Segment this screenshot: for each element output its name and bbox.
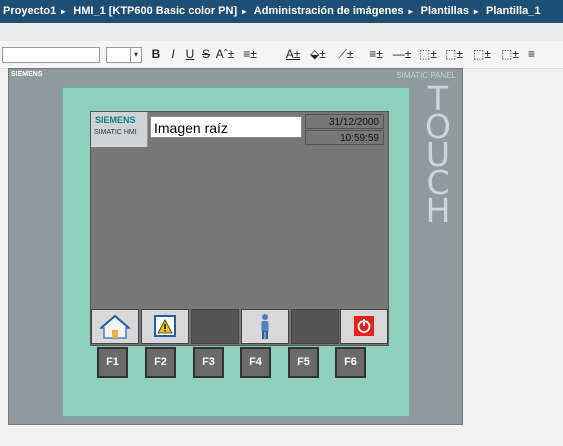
breadcrumb-separator: ▸ <box>473 7 478 16</box>
home-icon <box>98 314 132 339</box>
home-button[interactable] <box>91 309 139 344</box>
bold-button[interactable]: B <box>150 46 162 62</box>
underline-button[interactable]: U <box>184 46 196 62</box>
user-icon <box>261 314 269 339</box>
time-field[interactable]: 10:59:59 <box>305 130 384 145</box>
alarm-button[interactable] <box>141 309 189 344</box>
f3-key[interactable]: F3 <box>193 347 224 378</box>
panel-brand-label: SIEMENS <box>11 71 43 78</box>
align-objects-button[interactable]: ⬚± <box>498 46 522 62</box>
chevron-down-icon[interactable]: ▾ <box>130 48 141 62</box>
rotate-button[interactable]: ⬚± <box>442 46 466 62</box>
date-field[interactable]: 31/12/2000 <box>305 114 384 129</box>
editor-bottom-area <box>0 425 563 446</box>
breadcrumb-separator: ▸ <box>61 7 66 16</box>
breadcrumb-item[interactable]: Administración de imágenes <box>254 5 404 17</box>
f2-key[interactable]: F2 <box>145 347 176 378</box>
superscript-button[interactable]: Aˆ± <box>214 46 236 62</box>
breadcrumb-item[interactable]: Plantilla_1 <box>486 5 540 17</box>
screen-header: SIEMENS SIMATIC HMI Imagen raíz 31/12/20… <box>91 112 388 148</box>
f6-key[interactable]: F6 <box>335 347 366 378</box>
format-toolbar: ▾ B I U S Aˆ± ≡± A± ⬙± ⟋± ≡± —± ⬚± ⬚± ⬚±… <box>0 41 563 69</box>
screen-title-field[interactable]: Imagen raíz <box>150 116 302 138</box>
breadcrumb-item[interactable]: Proyecto1 <box>3 5 56 17</box>
screen-nav-bar <box>91 309 388 345</box>
blank-button[interactable] <box>291 309 339 344</box>
breadcrumb-item[interactable]: HMI_1 [KTP600 Basic color PN] <box>73 5 237 17</box>
fill-color-icon[interactable]: ⬙± <box>306 46 330 62</box>
user-button[interactable] <box>241 309 289 344</box>
editor-band <box>0 23 563 41</box>
arrange-button[interactable]: ⬚± <box>416 46 440 62</box>
line-color-icon[interactable]: ⟋± <box>334 46 358 62</box>
breadcrumb: Proyecto1 ▸ HMI_1 [KTP600 Basic color PN]… <box>0 0 563 23</box>
hmi-device-canvas: SIEMENS SIMATIC PANEL TOUCH SIEMENS SIMA… <box>8 68 463 425</box>
more-button[interactable]: ≡ <box>528 46 558 62</box>
panel-bezel: SIEMENS SIMATIC HMI Imagen raíz 31/12/20… <box>62 87 410 417</box>
line-width-button[interactable]: —± <box>390 46 414 62</box>
hmi-logo: SIEMENS SIMATIC HMI <box>91 112 148 147</box>
f1-key[interactable]: F1 <box>97 347 128 378</box>
breadcrumb-separator: ▸ <box>242 7 247 16</box>
distribute-button[interactable]: ⬚± <box>470 46 494 62</box>
power-icon <box>354 316 374 336</box>
breadcrumb-separator: ▸ <box>408 7 413 16</box>
logo-brand: SIEMENS <box>95 115 136 125</box>
touch-label: TOUCH <box>425 79 451 230</box>
strikethrough-button[interactable]: S <box>200 46 212 62</box>
stop-button[interactable] <box>340 309 388 344</box>
line-style-button[interactable]: ≡± <box>364 46 388 62</box>
font-color-button[interactable]: A± <box>282 46 304 62</box>
align-button[interactable]: ≡± <box>238 46 262 62</box>
font-size-select[interactable]: ▾ <box>106 47 142 63</box>
breadcrumb-item[interactable]: Plantillas <box>421 5 469 17</box>
f5-key[interactable]: F5 <box>288 347 319 378</box>
warning-icon <box>154 315 176 337</box>
f4-key[interactable]: F4 <box>240 347 271 378</box>
logo-subtitle: SIMATIC HMI <box>94 129 137 136</box>
italic-button[interactable]: I <box>167 46 179 62</box>
hmi-screen[interactable]: SIEMENS SIMATIC HMI Imagen raíz 31/12/20… <box>90 111 389 346</box>
font-family-select[interactable] <box>2 47 100 63</box>
blank-button[interactable] <box>191 309 239 344</box>
